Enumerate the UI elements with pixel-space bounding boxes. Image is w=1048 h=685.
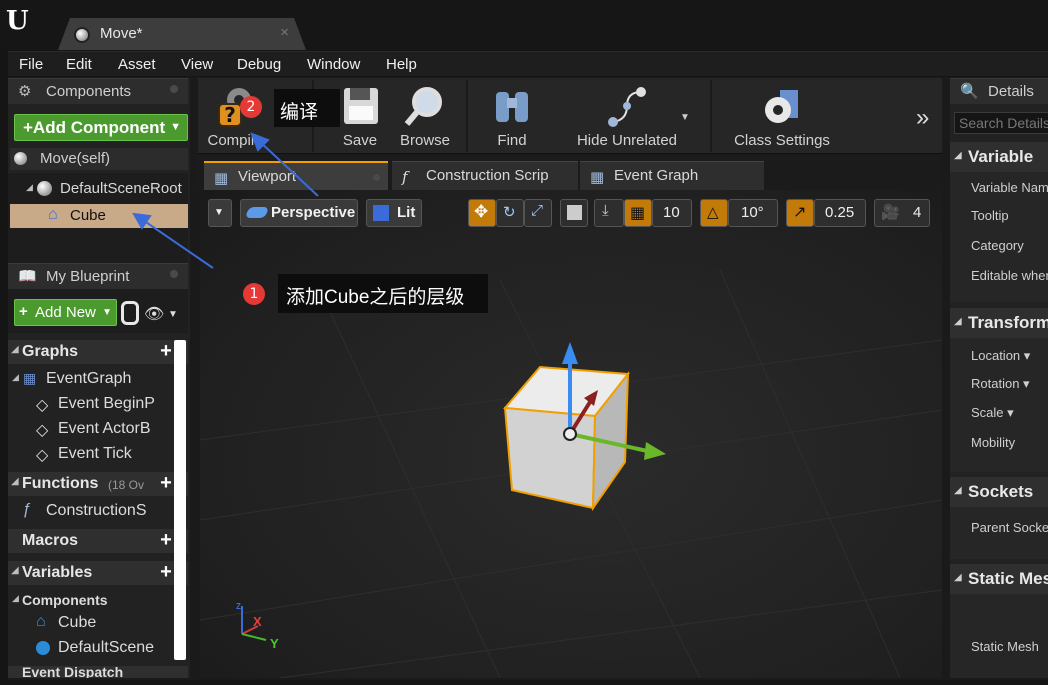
annotation-text: 编译 bbox=[280, 102, 319, 123]
annotation-text: 添加Cube之后的层级 bbox=[286, 287, 465, 308]
annotation-compile-note: 编译 bbox=[274, 89, 340, 127]
annotation-badge: 1 bbox=[243, 283, 265, 305]
annotation-badge: 2 bbox=[240, 96, 262, 118]
annotation-hierarchy-note: 添加Cube之后的层级 bbox=[278, 274, 488, 313]
annotation-arrows bbox=[132, 132, 319, 269]
